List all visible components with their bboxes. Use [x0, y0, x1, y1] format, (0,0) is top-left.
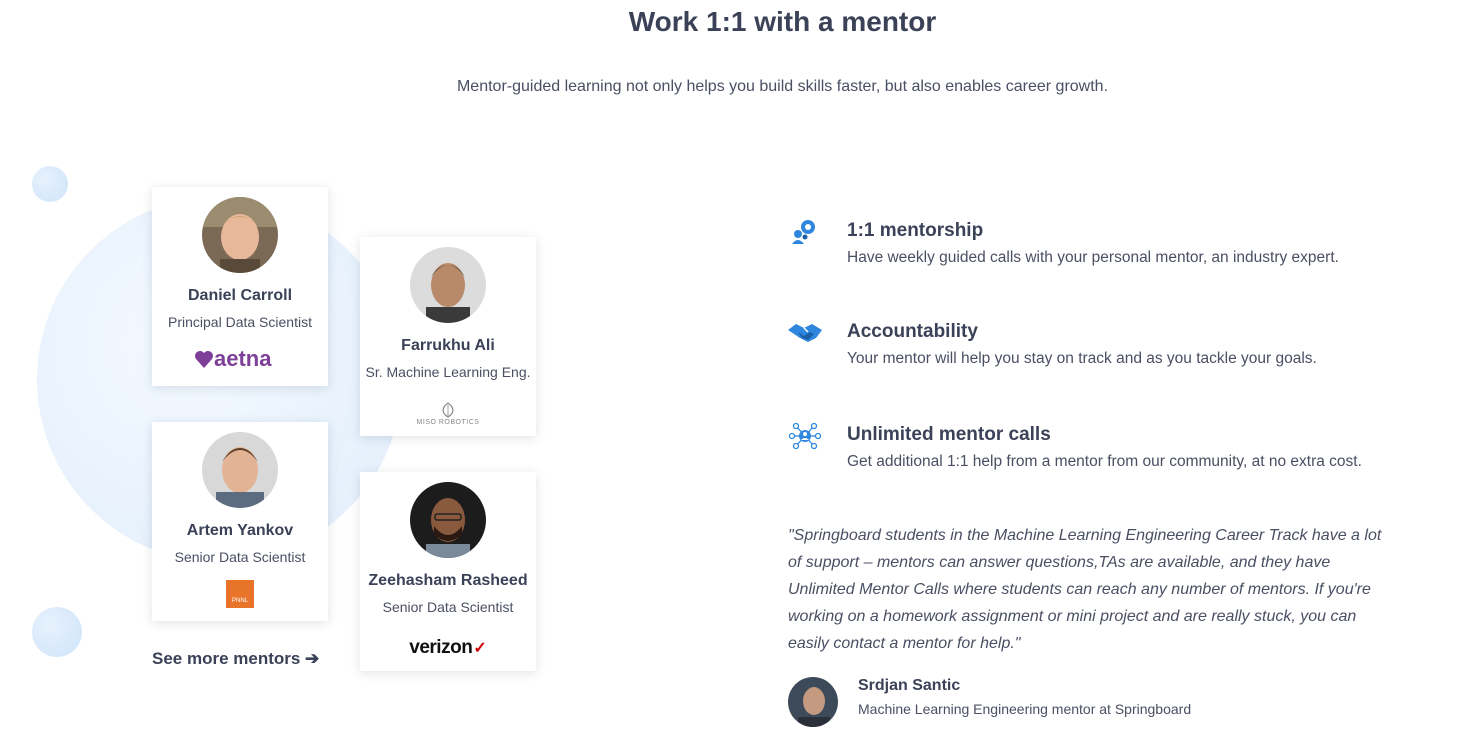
testimonial-author-role: Machine Learning Engineering mentor at S… — [858, 701, 1192, 717]
feature-text: Get additional 1:1 help from a mentor fr… — [847, 453, 1362, 470]
mentor-name: Farrukhu Ali — [401, 337, 495, 354]
feature-text: Have weekly guided calls with your perso… — [847, 249, 1339, 266]
mentor-role: Senior Data Scientist — [174, 549, 306, 565]
feature-text: Your mentor will help you stay on track … — [847, 350, 1317, 367]
decorative-dot — [32, 607, 82, 657]
testimonial-quote: "Springboard students in the Machine Lea… — [788, 527, 1382, 652]
testimonial-author: Srdjan Santic — [858, 677, 961, 694]
mentor-card[interactable]: Artem Yankov Senior Data Scientist PNNL — [152, 422, 328, 621]
testimonial-avatar — [788, 677, 838, 727]
mentor-card[interactable]: Zeehasham Rasheed Senior Data Scientist … — [360, 472, 536, 671]
feature-title: Accountability — [847, 321, 978, 342]
mentor-role: Senior Data Scientist — [382, 599, 514, 615]
mentor-avatar — [202, 197, 278, 273]
page-title: Work 1:1 with a mentor — [628, 6, 937, 37]
see-more-mentors-link[interactable]: See more mentors ➔ — [152, 649, 319, 669]
page-subtitle: Mentor-guided learning not only helps yo… — [456, 78, 1109, 95]
checkmark-icon: ✓ — [473, 640, 487, 657]
aetna-logo: aetna — [152, 344, 328, 374]
mentor-avatar — [410, 247, 486, 323]
feature-title: 1:1 mentorship — [847, 220, 984, 241]
miso-robotics-logo: MISO ROBOTICS — [360, 398, 536, 428]
mentor-name: Artem Yankov — [186, 522, 294, 539]
mentor-role: Sr. Machine Learning Eng. — [365, 364, 531, 380]
network-icon — [786, 421, 826, 453]
verizon-logo: verizon ✓ — [409, 637, 487, 658]
mentor-avatar — [202, 432, 278, 508]
mentor-name: Daniel Carroll — [187, 287, 293, 304]
handshake-icon — [786, 318, 826, 350]
decorative-dot — [32, 166, 68, 202]
mentor-card[interactable]: Daniel Carroll Principal Data Scientist … — [152, 187, 328, 386]
mentor-card[interactable]: Farrukhu Ali Sr. Machine Learning Eng. M… — [360, 237, 536, 436]
mentor-role: Principal Data Scientist — [168, 314, 312, 330]
mentorship-icon — [786, 217, 826, 249]
svg-text:aetna: aetna — [214, 347, 272, 371]
mentor-avatar — [410, 482, 486, 558]
pnnl-logo: PNNL — [152, 579, 328, 609]
feature-title: Unlimited mentor calls — [847, 424, 1051, 445]
mentor-name: Zeehasham Rasheed — [368, 572, 528, 589]
